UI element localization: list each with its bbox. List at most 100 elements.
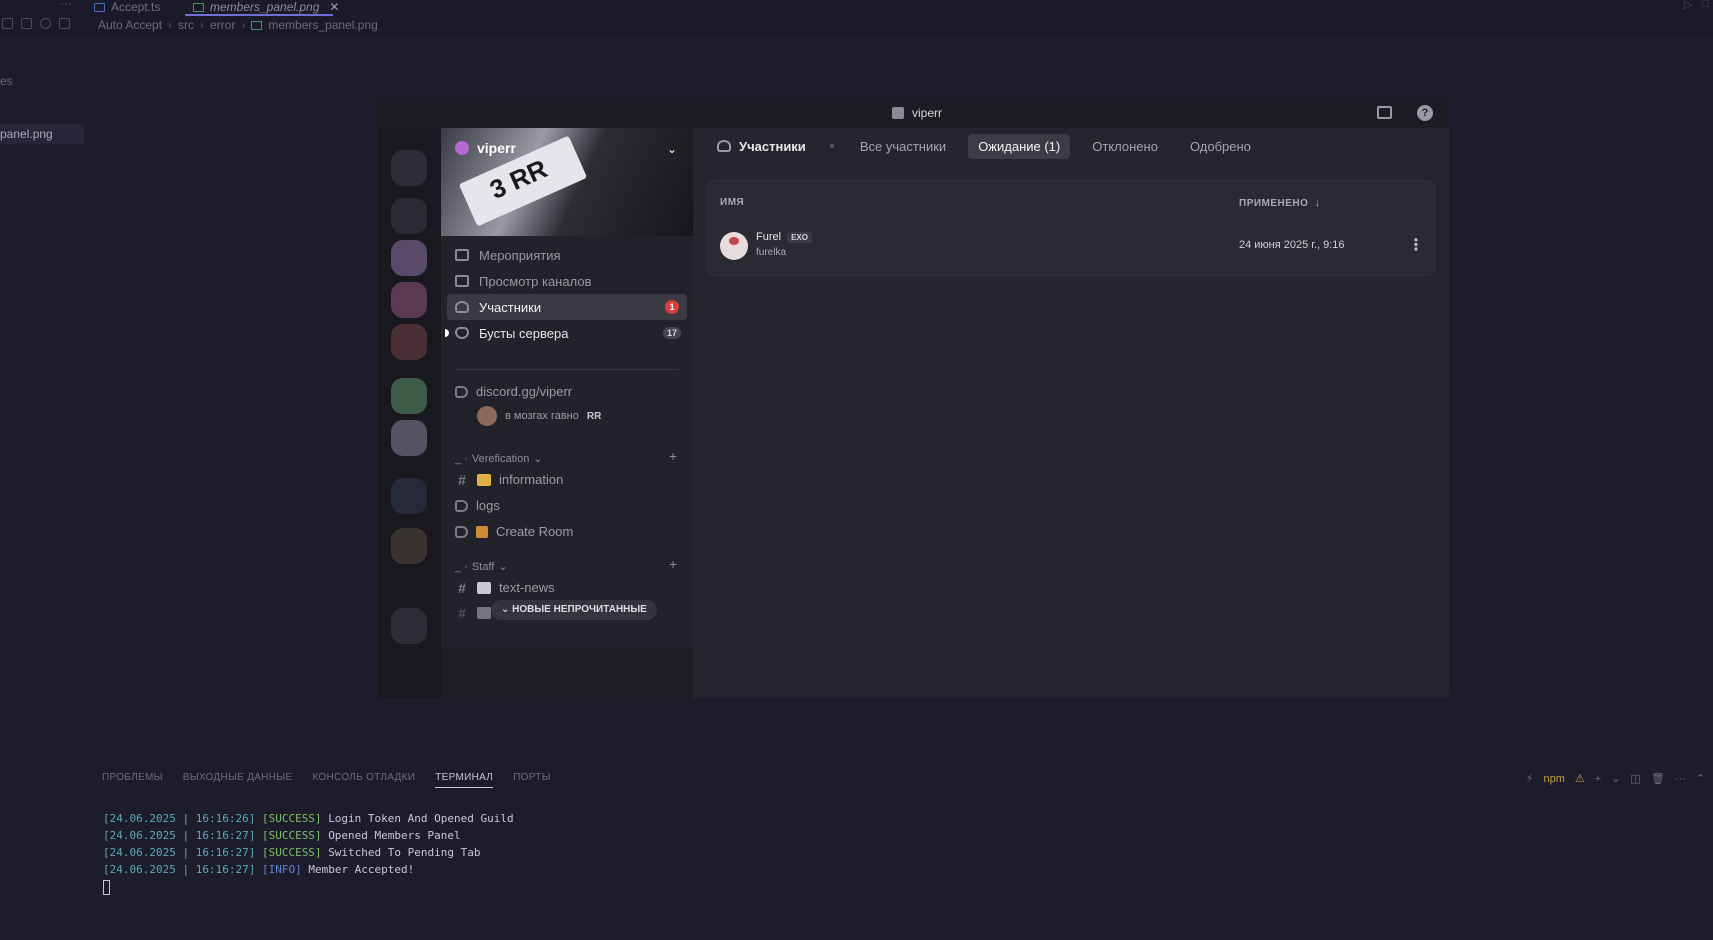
tab-problems[interactable]: ПРОБЛЕМЫ	[102, 772, 163, 788]
boost-icon	[455, 327, 469, 339]
tab-members-panel[interactable]: members_panel.png ✕	[193, 0, 339, 14]
close-icon[interactable]: ✕	[329, 0, 339, 14]
channel-partial[interactable]: #	[455, 606, 491, 620]
channel-text-news[interactable]: # text-news	[455, 580, 555, 595]
chevron-down-icon: ⌄	[533, 453, 543, 465]
log-level: [INFO]	[261, 863, 302, 876]
image-file-icon	[193, 2, 204, 12]
breadcrumb: Auto Accept › src › error › members_pane…	[98, 18, 378, 32]
tab-terminal[interactable]: ТЕРМИНАЛ	[435, 772, 494, 788]
server-icon[interactable]	[391, 240, 427, 276]
channel-label: logs	[476, 498, 500, 513]
category-prefix: _ ·	[455, 560, 468, 573]
more-options-icon[interactable]: ⋮	[1408, 235, 1424, 255]
chevron-right-icon: ›	[200, 18, 205, 32]
breadcrumb-item[interactable]: members_panel.png	[268, 18, 377, 32]
explorer-fragment[interactable]: es	[0, 74, 13, 88]
category-staff[interactable]: _ · Staff ⌄	[455, 560, 508, 574]
server-icon[interactable]	[391, 608, 427, 644]
server-icon[interactable]	[391, 324, 427, 360]
editor-actions: ▷ □	[1684, 0, 1709, 11]
channel-label: text-news	[499, 580, 555, 595]
breadcrumb-item[interactable]: Auto Accept	[98, 18, 162, 32]
tab-accept-ts[interactable]: Accept.ts	[94, 0, 160, 14]
nav-events[interactable]: Мероприятия	[447, 242, 687, 268]
server-icon[interactable]	[391, 528, 427, 564]
new-terminal-icon[interactable]: +	[1595, 773, 1601, 785]
tab-pending[interactable]: Ожидание (1)	[968, 133, 1071, 159]
server-icon[interactable]	[391, 420, 427, 456]
new-folder-icon[interactable]	[21, 18, 32, 29]
members-tabs: Участники Все участники Ожидание (1) Отк…	[693, 128, 1449, 164]
nav-label: Участники	[479, 299, 542, 315]
voice-channel-icon	[455, 499, 468, 512]
bottom-panel: ПРОБЛЕМЫ ВЫХОДНЫЕ ДАННЫЕ КОНСОЛЬ ОТЛАДКИ…	[88, 766, 1713, 940]
nav-members[interactable]: Участники 1	[447, 294, 687, 320]
memo-emoji-icon	[477, 581, 491, 594]
members-icon	[717, 140, 731, 152]
refresh-icon[interactable]	[40, 18, 51, 29]
nav-server-boosts[interactable]: Бусты сервера 17	[445, 320, 687, 346]
log-message: Member Accepted!	[308, 863, 415, 876]
inbox-icon[interactable]	[1377, 106, 1392, 119]
category-label: Staff	[471, 560, 495, 573]
server-banner[interactable]: 3 RR viperr ⌄	[441, 128, 693, 236]
column-header-name[interactable]: ИМЯ	[720, 197, 744, 208]
terminal-prompt	[103, 878, 514, 900]
category-verefication[interactable]: _ · Verefication ⌄	[455, 452, 543, 466]
voice-channel-icon	[455, 525, 468, 538]
channel-invite[interactable]: discord.gg/viperr	[455, 384, 572, 399]
tab-output[interactable]: ВЫХОДНЫЕ ДАННЫЕ	[183, 772, 293, 788]
breadcrumb-item[interactable]: src	[178, 18, 194, 32]
tab-approved[interactable]: Одобрено	[1180, 134, 1261, 159]
channel-label: discord.gg/viperr	[476, 384, 573, 399]
nav-browse-channels[interactable]: Просмотр каналов	[447, 268, 687, 294]
explorer-selected-file[interactable]: panel.png	[0, 124, 84, 144]
tab-ports[interactable]: ПОРТЫ	[513, 772, 551, 788]
collapse-icon[interactable]	[59, 18, 70, 29]
breadcrumb-item[interactable]: error	[210, 18, 235, 32]
new-unread-pill[interactable]: ⌄ НОВЫЕ НЕПРОЧИТАННЫЕ	[491, 600, 657, 620]
log-message: Switched To Pending Tab	[328, 846, 481, 859]
channel-create-room[interactable]: Create Room	[455, 524, 573, 539]
server-icon[interactable]	[391, 378, 427, 414]
voice-user[interactable]: в мозгах гавно RR	[477, 406, 601, 426]
category-label: Verefication	[471, 452, 530, 465]
server-icon[interactable]	[391, 198, 427, 234]
new-file-icon[interactable]	[2, 18, 13, 29]
sort-arrow-icon: ↓	[1314, 197, 1321, 209]
split-icon[interactable]: □	[1702, 0, 1709, 11]
divider	[455, 369, 679, 370]
avatar[interactable]	[720, 232, 748, 260]
trash-icon[interactable]: 🗑	[1651, 772, 1665, 785]
text-channel-icon: #	[458, 471, 466, 488]
npm-label[interactable]: npm	[1543, 773, 1564, 785]
run-icon[interactable]: ▷	[1684, 0, 1692, 11]
tab-rejected[interactable]: Отклонено	[1082, 134, 1168, 159]
log-timestamp: [24.06.2025 | 16:16:27]	[103, 863, 256, 876]
chevron-up-icon[interactable]: ⌃	[1696, 772, 1705, 785]
more-actions-icon[interactable]: ···	[1675, 773, 1686, 785]
add-channel-icon[interactable]: +	[669, 556, 677, 572]
channel-logs[interactable]: logs	[455, 498, 500, 513]
discord-titlebar: viperr ?	[377, 98, 1449, 128]
table-row[interactable]: Furel EXO furelka 24 июня 2025 г., 9:16 …	[708, 221, 1434, 275]
memo-emoji-icon	[477, 607, 491, 619]
tab-debug-console[interactable]: КОНСОЛЬ ОТЛАДКИ	[312, 772, 415, 788]
add-channel-icon[interactable]: +	[669, 448, 677, 464]
help-icon[interactable]: ?	[1417, 105, 1433, 121]
tab-all-members[interactable]: Все участники	[850, 134, 956, 159]
channel-information[interactable]: # information	[455, 472, 563, 487]
dm-home-icon[interactable]	[391, 150, 427, 186]
server-header[interactable]: viperr	[455, 140, 516, 156]
server-icon[interactable]	[391, 282, 427, 318]
server-icon[interactable]	[391, 478, 427, 514]
chevron-down-icon: ⌄	[501, 604, 513, 615]
split-terminal-icon[interactable]: ◫	[1630, 772, 1640, 785]
column-header-applied[interactable]: ПРИМЕНЕНО ↓	[1239, 197, 1320, 209]
terminal-output[interactable]: [24.06.2025 | 16:16:26] [SUCCESS] Login …	[103, 810, 514, 900]
chevron-down-icon[interactable]: ⌄	[667, 142, 677, 156]
folder-emoji-icon	[477, 473, 491, 486]
chevron-down-icon[interactable]: ⌄	[1611, 772, 1620, 785]
more-actions-icon[interactable]: ···	[60, 0, 72, 10]
